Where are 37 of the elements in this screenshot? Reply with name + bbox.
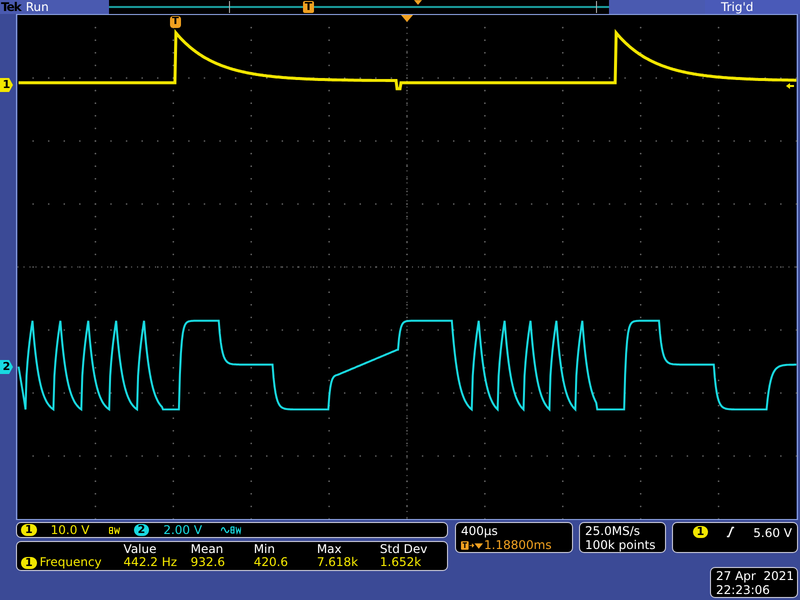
column-header: Mean (190, 543, 224, 556)
channel-scale: 10.0 V (50, 523, 90, 537)
time-label: 22:23:06 (716, 583, 771, 597)
arrow-icon (786, 83, 794, 89)
wave-bandwidth-icon (221, 525, 242, 535)
caret-icon (414, 0, 422, 5)
bandwidth-icon (108, 526, 120, 534)
channel-badge: 1 (21, 556, 37, 568)
trigger-level: 5.60 V (753, 526, 792, 540)
measurement-name: Frequency (40, 556, 102, 569)
rising-edge-icon (726, 526, 736, 538)
measurement-value: 932.6 (190, 556, 226, 569)
date-label: 27 Apr 2021 (716, 569, 792, 583)
time-scale: 400µs (461, 524, 499, 538)
measurement-value: 420.6 (254, 556, 290, 569)
trigger-position-icon (461, 540, 483, 550)
channel-badge[interactable]: 1 (21, 524, 37, 536)
measurement-value: 7.618k (316, 556, 360, 569)
measurement-value: 442.2 Hz (124, 556, 178, 569)
channel-marker[interactable]: 1 (0, 78, 13, 92)
run-state: Run (26, 0, 50, 14)
channel-scale: 2.00 V (163, 523, 204, 537)
record-length: 100k points (585, 538, 657, 552)
brand-label: Tek (1, 0, 21, 14)
horizontal-position: 1.18800ms (484, 538, 552, 552)
measurement-value: 1.652k (380, 556, 422, 569)
column-header: Min (254, 543, 276, 556)
trigger-status: Trig'd (705, 0, 800, 14)
column-header: Std Dev (380, 543, 428, 556)
column-header: Value (124, 543, 158, 556)
record-trigger-marker: T (302, 1, 314, 13)
column-header: Max (316, 543, 343, 556)
channel-marker[interactable]: 2 (0, 360, 13, 374)
trigger-marker: T (170, 16, 181, 28)
channel-badge: 1 (692, 526, 708, 538)
sample-rate: 25.0MS/s (585, 524, 641, 538)
channel-badge[interactable]: 2 (134, 524, 150, 536)
